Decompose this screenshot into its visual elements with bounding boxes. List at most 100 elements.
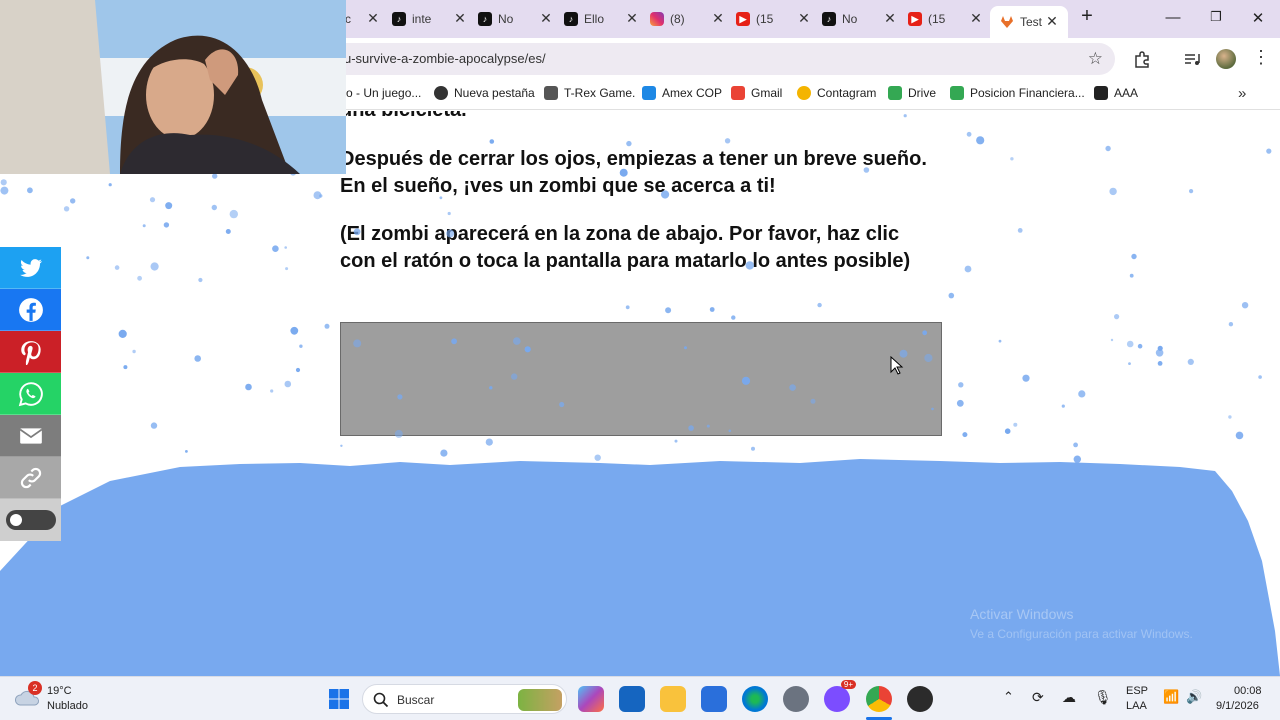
- snowflake: [724, 138, 731, 144]
- snowflake: [626, 140, 632, 147]
- more-bookmarks-icon[interactable]: »: [1238, 85, 1246, 102]
- snowflake: [964, 265, 972, 273]
- snowflake: [1128, 362, 1131, 365]
- snowflake: [397, 394, 403, 400]
- snowflake: [70, 198, 76, 204]
- snowflake: [439, 196, 443, 200]
- media-controls-icon[interactable]: [1183, 50, 1201, 68]
- snowflake: [440, 449, 448, 457]
- tab-item[interactable]: ♪ No ✕: [822, 6, 898, 32]
- bookmark-item[interactable]: T-Rex Game.: [544, 86, 635, 100]
- minimize-button[interactable]: —: [1163, 9, 1183, 26]
- address-bar[interactable]: u-survive-a-zombie-apocalypse/es/ ☆: [330, 43, 1115, 75]
- bookmark-item[interactable]: AAA: [1094, 86, 1138, 100]
- snowflake: [1004, 428, 1011, 435]
- snowflake: [1228, 322, 1234, 327]
- snowflake: [1114, 314, 1120, 320]
- tab-partial[interactable]: c ✕: [345, 6, 379, 32]
- tab-item[interactable]: (8) ✕: [650, 6, 726, 32]
- tab-item[interactable]: ♪ inte ✕: [392, 6, 468, 32]
- edge-icon[interactable]: [742, 686, 768, 712]
- tab-item[interactable]: ♪ Ello ✕: [564, 6, 640, 32]
- tab-active[interactable]: Test ✕: [990, 6, 1068, 38]
- taskbar-search[interactable]: Buscar: [362, 684, 567, 714]
- close-tab-icon[interactable]: ✕: [365, 10, 381, 27]
- snowflake: [1010, 157, 1014, 161]
- volume-icon[interactable]: 🔊: [1186, 689, 1202, 705]
- snowflake: [661, 190, 670, 199]
- chrome-icon[interactable]: [866, 686, 892, 712]
- bookmark-item[interactable]: o - Un juego...: [346, 86, 421, 100]
- twitter-share-button[interactable]: [0, 247, 61, 289]
- close-tab-icon[interactable]: ✕: [452, 10, 468, 27]
- windows-taskbar: 2 19°C Nublado Buscar 9+ ⌃ ⟳ ☁ 🎙 ESP LAA…: [0, 676, 1280, 720]
- close-tab-icon[interactable]: ✕: [796, 10, 812, 27]
- bookmark-item[interactable]: Nueva pestaña: [434, 86, 535, 100]
- discord-badge: 9+: [840, 680, 856, 689]
- file-explorer-icon[interactable]: [660, 686, 686, 712]
- profile-avatar[interactable]: [1216, 49, 1236, 69]
- close-tab-icon[interactable]: ✕: [624, 10, 640, 27]
- close-tab-icon[interactable]: ✕: [882, 10, 898, 27]
- youtube-icon: ▶: [736, 12, 750, 26]
- gmail-icon: [731, 86, 745, 100]
- bookmark-item[interactable]: Drive: [888, 86, 936, 100]
- microphone-icon[interactable]: 🎙: [1094, 689, 1112, 706]
- snowflake: [1266, 148, 1272, 154]
- close-tab-icon[interactable]: ✕: [968, 10, 984, 27]
- email-share-button[interactable]: [0, 415, 61, 457]
- amex-icon: [642, 86, 656, 100]
- snowflake: [163, 222, 170, 228]
- settings-icon[interactable]: [783, 686, 809, 712]
- pinterest-share-button[interactable]: [0, 331, 61, 373]
- facebook-share-button[interactable]: [0, 289, 61, 331]
- menu-kebab-icon[interactable]: ⋮: [1252, 47, 1270, 68]
- tab-item[interactable]: ♪ No ✕: [478, 6, 554, 32]
- wifi-icon[interactable]: 📶: [1163, 689, 1179, 705]
- close-window-button[interactable]: ✕: [1248, 9, 1268, 27]
- snowflake: [863, 167, 870, 173]
- bookmark-star-icon[interactable]: ☆: [1088, 49, 1103, 69]
- whatsapp-share-button[interactable]: [0, 373, 61, 415]
- language-sub: LAA: [1126, 700, 1147, 712]
- snowflake: [340, 444, 343, 447]
- bookmark-item[interactable]: Posicion Financiera...: [950, 86, 1085, 100]
- bookmark-label: T-Rex Game.: [564, 86, 636, 100]
- outlook-icon[interactable]: [619, 686, 645, 712]
- sync-icon[interactable]: ⟳: [1032, 689, 1044, 706]
- discord-icon[interactable]: 9+: [824, 680, 856, 712]
- new-tab-button[interactable]: +: [1077, 5, 1097, 28]
- dark-mode-toggle[interactable]: [0, 499, 61, 541]
- snowflake: [1137, 343, 1143, 349]
- snowflake: [1061, 404, 1065, 408]
- snowflake: [225, 229, 231, 234]
- close-tab-icon[interactable]: ✕: [538, 10, 554, 27]
- bookmark-label: Gmail: [751, 86, 783, 100]
- bookmark-item[interactable]: Contagram: [797, 86, 876, 100]
- extensions-icon[interactable]: [1133, 50, 1151, 68]
- share-sidebar: [0, 247, 61, 541]
- bookmark-item[interactable]: Amex COP: [642, 86, 722, 100]
- windows-start-icon[interactable]: [328, 688, 350, 710]
- clock-time[interactable]: 00:08: [1234, 685, 1262, 697]
- restore-button[interactable]: ❐: [1206, 9, 1226, 25]
- chevron-up-icon[interactable]: ⌃: [1003, 689, 1014, 705]
- onedrive-icon[interactable]: ☁: [1062, 689, 1076, 706]
- microsoft-store-icon[interactable]: [701, 686, 727, 712]
- bookmark-label: o - Un juego...: [346, 86, 422, 100]
- close-tab-icon[interactable]: ✕: [1044, 13, 1060, 30]
- obs-icon[interactable]: [907, 686, 933, 712]
- tab-item[interactable]: ▶ (15 ✕: [736, 6, 812, 32]
- close-tab-icon[interactable]: ✕: [710, 10, 726, 27]
- tiktok-icon: ♪: [564, 12, 578, 26]
- copilot-icon[interactable]: [578, 686, 604, 712]
- tiktok-icon: ♪: [392, 12, 406, 26]
- clock-date[interactable]: 9/1/2026: [1216, 700, 1259, 712]
- bookmark-item[interactable]: Gmail: [731, 86, 782, 100]
- snowflake: [63, 206, 70, 212]
- language-code[interactable]: ESP: [1126, 685, 1148, 697]
- snowflake: [1131, 253, 1137, 260]
- copy-link-button[interactable]: [0, 457, 61, 499]
- tab-item[interactable]: ▶ (15 ✕: [908, 6, 984, 32]
- weather-widget[interactable]: 2: [14, 681, 42, 711]
